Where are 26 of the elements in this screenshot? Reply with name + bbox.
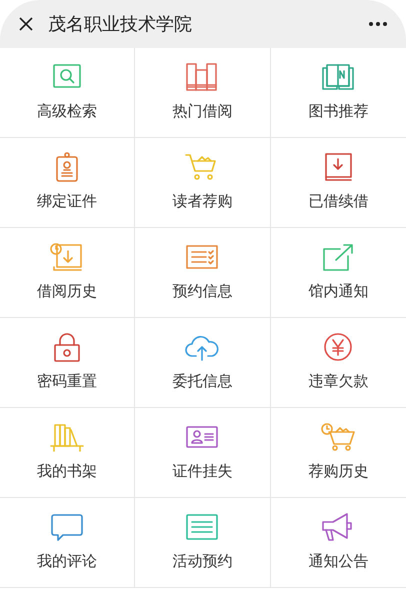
open-book-icon	[320, 62, 356, 92]
menu-item[interactable]: 热门借阅	[135, 48, 271, 138]
menu-item[interactable]: 活动预约	[135, 498, 271, 588]
bookshelf-icon	[49, 422, 86, 452]
menu-item[interactable]: 委托信息	[135, 318, 271, 408]
window-title: 茂名职业技术学院	[48, 12, 192, 36]
menu-item[interactable]: 证件挂失	[135, 408, 271, 498]
more-icon	[368, 21, 388, 27]
menu-item[interactable]: 我的评论	[0, 498, 136, 588]
menu-item[interactable]: 违章欠款	[270, 318, 406, 408]
menu-item[interactable]: 借阅历史	[0, 228, 136, 318]
menu-item[interactable]: 荐购历史	[270, 408, 406, 498]
menu-item[interactable]: 馆内通知	[270, 228, 406, 318]
menu-item[interactable]: 绑定证件	[0, 138, 136, 228]
menu-item[interactable]: 读者荐购	[135, 138, 271, 228]
cart-clock-icon	[320, 422, 356, 452]
menu-item[interactable]: 我的书架	[0, 408, 136, 498]
menu-item[interactable]: 通知公告	[270, 498, 406, 588]
menu-item[interactable]: 高级检索	[0, 48, 136, 138]
menu-item[interactable]: 图书推荐	[270, 48, 406, 138]
close-icon	[18, 16, 34, 32]
menu-item[interactable]: 预约信息	[135, 228, 271, 318]
list-icon	[184, 512, 220, 542]
menu-item[interactable]: 已借续借	[270, 138, 406, 228]
comment-icon	[49, 512, 86, 542]
menu-item[interactable]: 密码重置	[0, 318, 136, 408]
